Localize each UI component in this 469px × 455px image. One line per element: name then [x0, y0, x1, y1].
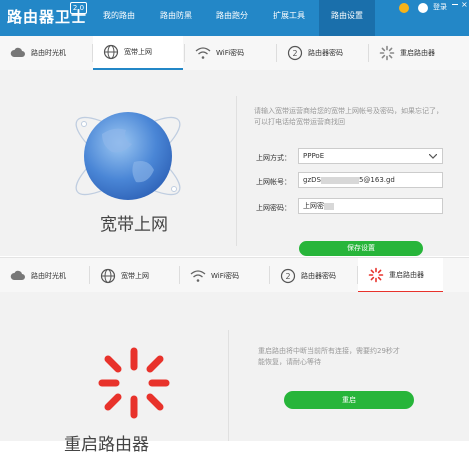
- user-avatar-icon[interactable]: [418, 3, 428, 13]
- cloud-icon: [10, 270, 25, 280]
- wifi-icon: [195, 47, 211, 59]
- tab-broadband[interactable]: 宽带上网: [90, 258, 178, 293]
- tab-label: 路由器密码: [308, 49, 343, 57]
- nav-tab-anti-hack[interactable]: 路由防黑: [149, 0, 203, 36]
- password-label: 上网密码：: [256, 204, 291, 212]
- lock-icon: 2: [280, 268, 296, 283]
- version-badge: 2.0: [70, 2, 87, 14]
- tab-time-machine[interactable]: 路由时光机: [0, 258, 88, 293]
- account-label: 上网帐号：: [256, 178, 291, 186]
- svg-text:2: 2: [285, 272, 290, 281]
- mode-label: 上网方式：: [256, 154, 291, 162]
- close-icon[interactable]: ×: [461, 0, 468, 9]
- tab-label: 路由器密码: [301, 271, 336, 280]
- tab-label: 宽带上网: [121, 271, 149, 280]
- connection-mode-select[interactable]: PPPoE: [298, 148, 443, 164]
- settings-tabbar-2: 路由时光机 宽带上网 WiFi密码 2 路由器密码 重启路由器: [0, 257, 469, 294]
- tab-label: 重启路由器: [389, 270, 424, 279]
- restart-button[interactable]: 重启: [284, 391, 414, 409]
- restart-hint: 重启路由将中断当前所有连接，需要约29秒才 能恢复，请耐心等待: [258, 347, 400, 366]
- broadband-hint: 请输入宽带运营商给您的宽带上网帐号及密码，如果忘记了， 可以打电话给宽带运营商找…: [254, 107, 443, 126]
- nav-tab-benchmark[interactable]: 路由跑分: [205, 0, 259, 36]
- redaction-blur: [320, 176, 359, 184]
- tab-time-machine[interactable]: 路由时光机: [0, 36, 92, 70]
- tab-router-password[interactable]: 2 路由器密码: [270, 258, 356, 293]
- coin-icon[interactable]: [399, 3, 409, 13]
- tab-label: WiFi密码: [216, 49, 245, 57]
- restart-icon: [368, 267, 384, 282]
- tab-restart-router[interactable]: 重启路由器: [369, 36, 469, 70]
- password-input[interactable]: 上网密: [298, 198, 443, 214]
- minimize-icon[interactable]: [452, 4, 458, 5]
- tab-restart-router[interactable]: 重启路由器: [358, 258, 443, 293]
- login-link[interactable]: 登录: [433, 2, 447, 12]
- restart-title: 重启路由器: [64, 435, 149, 455]
- svg-text:2: 2: [292, 49, 297, 58]
- chevron-down-icon: [429, 154, 437, 159]
- tab-broadband[interactable]: 宽带上网: [93, 36, 183, 70]
- account-input[interactable]: gzDS 5@163.gd: [298, 172, 443, 188]
- tab-label: 宽带上网: [124, 48, 152, 56]
- nav-tab-extensions[interactable]: 扩展工具: [261, 0, 317, 36]
- tab-wifi-password[interactable]: WiFi密码: [185, 36, 275, 70]
- save-settings-button[interactable]: 保存设置: [299, 241, 423, 256]
- restart-illustration-icon: [98, 347, 170, 419]
- tab-label: 路由时光机: [31, 49, 66, 57]
- tab-label: WiFi密码: [211, 271, 240, 280]
- settings-tabbar: 路由时光机 宽带上网 WiFi密码 2 路由器密码 重启路由器: [0, 36, 469, 71]
- tab-router-password[interactable]: 2 路由器密码: [277, 36, 367, 70]
- nav-tab-my-router[interactable]: 我的路由: [93, 0, 145, 36]
- wifi-icon: [190, 269, 206, 282]
- tab-label: 路由时光机: [31, 271, 66, 280]
- globe-illustration-icon: [75, 112, 181, 200]
- globe-icon: [103, 44, 119, 60]
- tab-label: 重启路由器: [400, 49, 435, 57]
- restart-icon: [379, 45, 395, 61]
- tab-wifi-password[interactable]: WiFi密码: [180, 258, 268, 293]
- broadband-title: 宽带上网: [100, 215, 168, 235]
- lock-icon: 2: [287, 45, 303, 61]
- cloud-icon: [10, 47, 25, 57]
- globe-icon: [100, 268, 116, 283]
- nav-tab-router-settings[interactable]: 路由设置: [319, 0, 375, 36]
